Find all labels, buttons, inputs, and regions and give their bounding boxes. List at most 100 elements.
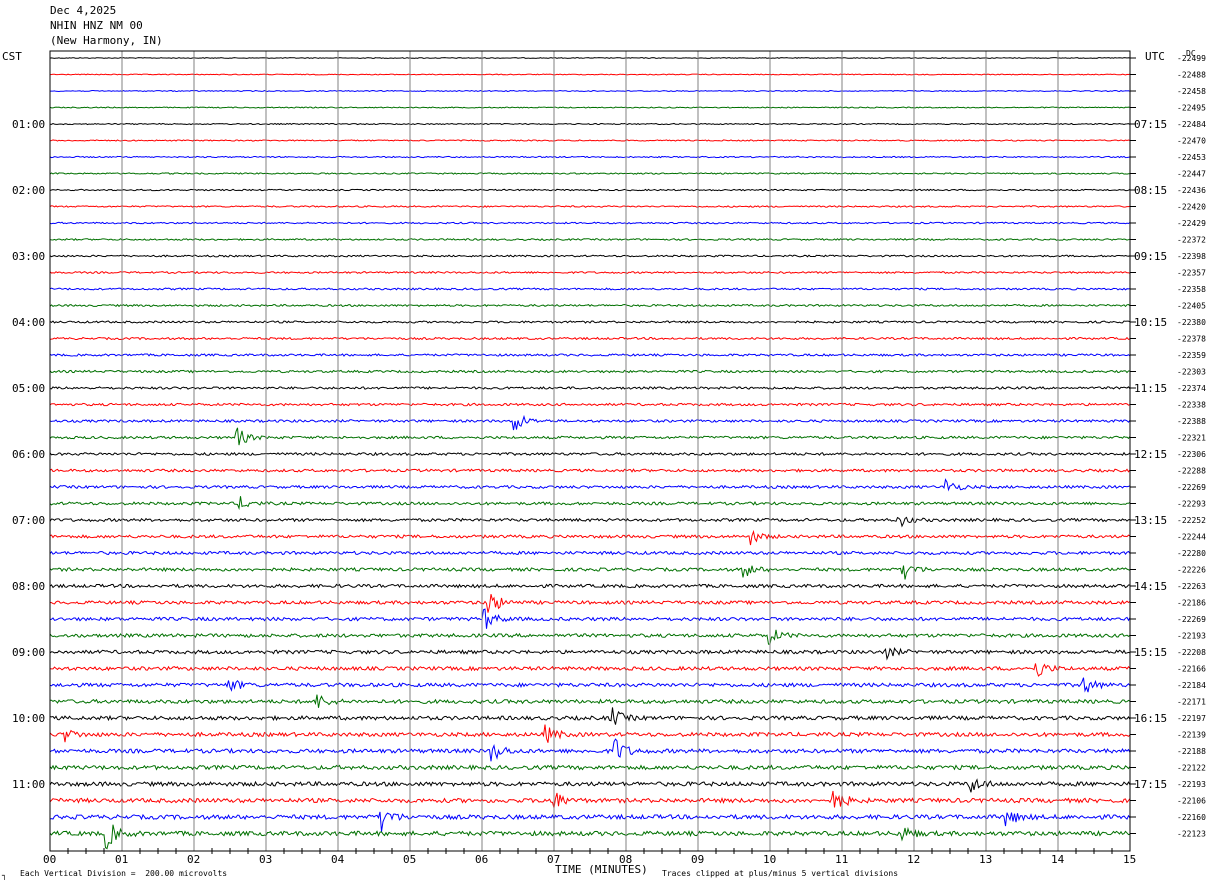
trace-line — [49, 254, 1131, 258]
x-tick-label: 04 — [331, 853, 345, 866]
dc-offset-label: -22338 — [1177, 401, 1206, 410]
trace-line — [49, 353, 1131, 357]
trace-line — [49, 707, 1131, 725]
trace-line — [49, 468, 1131, 473]
x-tick-label: 09 — [691, 853, 704, 866]
left-time-label: 03:00 — [12, 250, 45, 263]
dc-offset-label: -22252 — [1177, 516, 1206, 525]
dc-offset-label: -22226 — [1177, 566, 1206, 575]
trace-line — [49, 738, 1131, 762]
x-tick-label: 13 — [979, 853, 992, 866]
x-tick-label: 02 — [187, 853, 200, 866]
plot-frame — [49, 50, 1131, 852]
right-time-label: 07:15 — [1134, 118, 1167, 131]
trace-line — [49, 73, 1131, 76]
dc-offset-label: -22458 — [1177, 87, 1206, 96]
dc-offset-label: -22171 — [1177, 698, 1206, 707]
trace-line — [49, 205, 1131, 208]
right-time-label: 15:15 — [1134, 646, 1167, 659]
dc-offset-label: -22280 — [1177, 549, 1206, 558]
trace-line — [49, 529, 1131, 546]
dc-offset-label: -22188 — [1177, 747, 1206, 756]
dc-offset-label: -22122 — [1177, 764, 1206, 773]
dc-offset-label: -22358 — [1177, 285, 1206, 294]
trace-line — [49, 583, 1131, 589]
trace-line — [49, 139, 1131, 142]
left-time-label: 08:00 — [12, 580, 45, 593]
trace-line — [49, 811, 1131, 832]
left-time-label: 09:00 — [12, 646, 45, 659]
dc-offset-label: -22359 — [1177, 351, 1206, 360]
trace-line — [49, 565, 1131, 580]
dc-offset-label: -22398 — [1177, 252, 1206, 261]
trace-line — [49, 694, 1131, 708]
trace-line — [49, 594, 1131, 613]
right-time-label: 09:15 — [1134, 250, 1167, 263]
dc-offset-label: -22380 — [1177, 318, 1206, 327]
trace-line — [49, 89, 1131, 93]
right-time-label: 14:15 — [1134, 580, 1167, 593]
trace-line — [49, 677, 1131, 693]
trace-line — [49, 287, 1131, 291]
dc-offset-label: -22453 — [1177, 153, 1206, 162]
dc-offset-label: -22447 — [1177, 170, 1206, 179]
trace-line — [49, 336, 1131, 341]
dc-offset-label: -22321 — [1177, 434, 1206, 443]
dc-offset-label: -22197 — [1177, 714, 1206, 723]
trace-line — [49, 516, 1131, 528]
x-tick-label: 10 — [763, 853, 776, 866]
x-tick-label: 15 — [1123, 853, 1136, 866]
x-tick-label: 11 — [835, 853, 848, 866]
right-time-label: 16:15 — [1134, 712, 1167, 725]
dc-offset-label: -22374 — [1177, 384, 1206, 393]
dc-offset-label: -22495 — [1177, 104, 1206, 113]
left-time-label: 05:00 — [12, 382, 45, 395]
right-time-label: 10:15 — [1134, 316, 1167, 329]
dc-offset-label: -22488 — [1177, 71, 1206, 80]
dc-offset-label: -22436 — [1177, 186, 1206, 195]
chart-labels: -22499 -22488 -22458 -22495 -22484 -22470 -224… — [12, 54, 1206, 866]
trace-line — [49, 629, 1131, 645]
right-time-label: 17:15 — [1134, 778, 1167, 791]
x-tick-label: 00 — [43, 853, 56, 866]
trace-line — [49, 122, 1131, 126]
dc-offset-label: -22269 — [1177, 483, 1206, 492]
trace-line — [49, 221, 1131, 225]
seismogram-chart: -22499 -22488 -22458 -22495 -22484 -22470 -224… — [12, 50, 1206, 866]
dc-offset-label: -22166 — [1177, 665, 1206, 674]
dc-offset-label: -22288 — [1177, 467, 1206, 476]
corner-mark: ┐ — [2, 871, 7, 880]
trace-line — [49, 57, 1131, 59]
dc-offset-label: -22499 — [1177, 54, 1206, 63]
dc-offset-label: -22405 — [1177, 302, 1206, 311]
trace-line — [49, 646, 1131, 661]
dc-offset-label: -22123 — [1177, 830, 1206, 839]
dc-offset-label: -22106 — [1177, 797, 1206, 806]
left-time-label: 01:00 — [12, 118, 45, 131]
left-time-label: 11:00 — [12, 778, 45, 791]
dc-offset-label: -22378 — [1177, 335, 1206, 344]
trace-line — [49, 270, 1131, 275]
trace-line — [49, 724, 1131, 743]
trace-group — [49, 57, 1131, 850]
x-tick-label: 03 — [259, 853, 272, 866]
left-time-label: 02:00 — [12, 184, 45, 197]
dc-offset-label: -22193 — [1177, 632, 1206, 641]
trace-line — [49, 608, 1131, 629]
trace-line — [49, 106, 1131, 109]
dc-offset-label: -22372 — [1177, 236, 1206, 245]
trace-line — [49, 320, 1131, 324]
scale-note: Each Vertical Division = 200.00 microvol… — [20, 869, 228, 878]
dc-offset-label: -22160 — [1177, 813, 1206, 822]
trace-line — [49, 369, 1131, 374]
clip-note: Traces clipped at plus/minus 5 vertical … — [662, 869, 899, 878]
dc-offset-label: -22193 — [1177, 780, 1206, 789]
x-tick-label: 12 — [907, 853, 920, 866]
dc-offset-label: -22139 — [1177, 731, 1206, 740]
x-tick-label: 05 — [403, 853, 416, 866]
trace-line — [49, 238, 1131, 242]
trace-line — [49, 790, 1131, 809]
grid-lines — [49, 50, 1131, 854]
dc-offset-label: -22306 — [1177, 450, 1206, 459]
dc-offset-label: -22269 — [1177, 615, 1206, 624]
